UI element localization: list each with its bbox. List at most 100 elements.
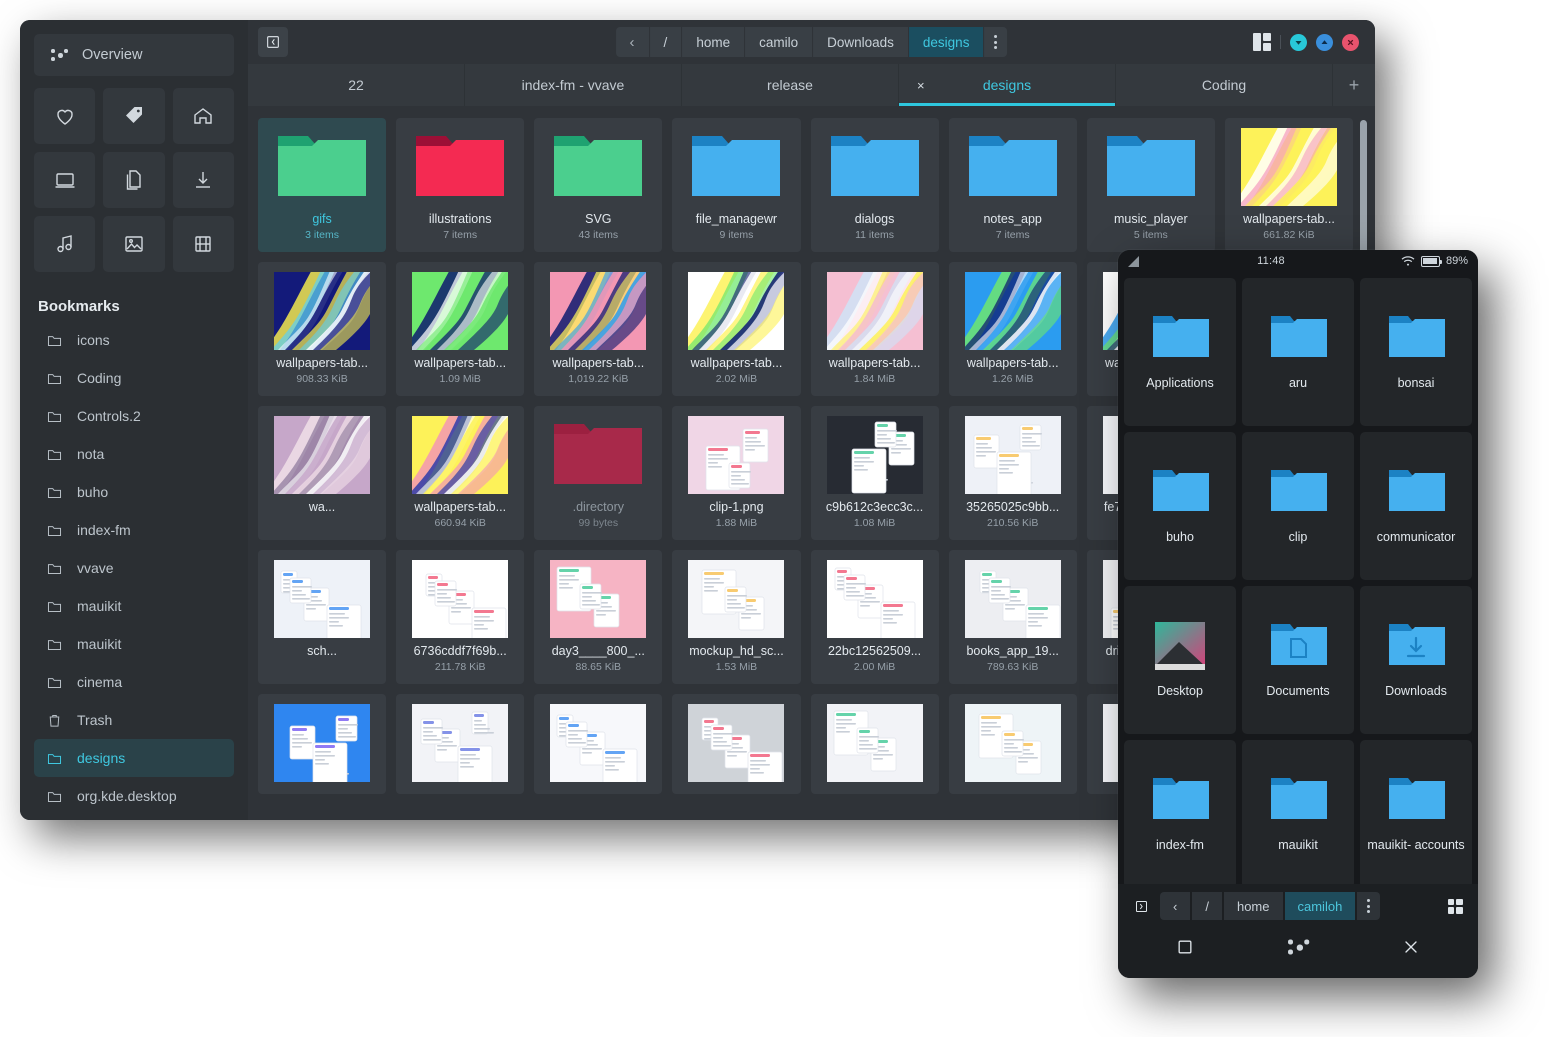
file-item[interactable]: gifs 3 items (258, 118, 386, 252)
tags-icon[interactable] (103, 88, 164, 144)
file-item[interactable]: wa... (258, 406, 386, 540)
file-item[interactable] (534, 694, 662, 794)
mobile-file-item[interactable]: clip (1242, 432, 1354, 580)
file-meta: 1.88 MiB (716, 517, 757, 529)
maximize-button[interactable] (1316, 34, 1333, 51)
file-item[interactable]: books_app_19... 789.63 KiB (949, 550, 1077, 684)
mobile-file-item[interactable]: Applications (1124, 278, 1236, 426)
bookmark-item-coding[interactable]: Coding (34, 359, 234, 397)
file-item[interactable]: wallpapers-tab... 660.94 KiB (396, 406, 524, 540)
overview-square-button[interactable] (1163, 925, 1207, 969)
bookmark-item-nota[interactable]: nota (34, 435, 234, 473)
file-item[interactable] (258, 694, 386, 794)
file-item[interactable]: 35265025c9bb... 210.56 KiB (949, 406, 1077, 540)
overview-button[interactable]: Overview (34, 34, 234, 76)
view-grid-icon[interactable] (1442, 893, 1468, 919)
file-item[interactable]: dialogs 11 items (811, 118, 939, 252)
file-item[interactable]: wallpapers-tab... 2.02 MiB (672, 262, 800, 396)
mobile-vertical-dots-icon[interactable] (1357, 892, 1380, 920)
desktop-icon[interactable] (34, 152, 95, 208)
file-item[interactable]: SVG 43 items (534, 118, 662, 252)
new-tab-button[interactable]: + (1333, 64, 1375, 106)
breadcrumb-root[interactable]: / (650, 27, 683, 57)
file-item[interactable]: music_player 5 items (1087, 118, 1215, 252)
file-item[interactable] (811, 694, 939, 794)
mobile-breadcrumb-home[interactable]: home (1224, 892, 1283, 920)
file-item[interactable]: sch... (258, 550, 386, 684)
bookmark-item-icons[interactable]: icons (34, 321, 234, 359)
file-item[interactable]: mockup_hd_sc... 1.53 MiB (672, 550, 800, 684)
bookmark-item-mauikit[interactable]: mauikit (34, 625, 234, 663)
file-item[interactable]: .directory 99 bytes (534, 406, 662, 540)
mobile-breadcrumb-root[interactable]: / (1192, 892, 1222, 920)
videos-icon[interactable] (173, 216, 234, 272)
file-item[interactable]: file_managewr 9 items (672, 118, 800, 252)
bookmark-item-cinema[interactable]: cinema (34, 663, 234, 701)
close-button[interactable] (1342, 34, 1359, 51)
file-meta: 99 bytes (578, 517, 618, 529)
bookmark-item-buho[interactable]: buho (34, 473, 234, 511)
mobile-file-item[interactable]: buho (1124, 432, 1236, 580)
tab-close-icon[interactable]: × (917, 78, 925, 93)
file-item[interactable] (949, 694, 1077, 794)
breadcrumb-back-button[interactable]: ‹ (616, 27, 650, 57)
mobile-file-item[interactable]: mauikit- accounts (1360, 740, 1472, 884)
mobile-breadcrumb-camiloh[interactable]: camiloh (1285, 892, 1356, 920)
breadcrumb-home[interactable]: home (682, 27, 745, 57)
bookmark-item-mauikit[interactable]: mauikit (34, 587, 234, 625)
sidebar-expand-icon[interactable] (1128, 893, 1154, 919)
file-thumbnail (688, 416, 784, 494)
file-item[interactable]: c9b612c3ecc3c... 1.08 MiB (811, 406, 939, 540)
kde-dots-button[interactable] (1276, 925, 1320, 969)
file-item[interactable] (672, 694, 800, 794)
file-item[interactable]: wallpapers-tab... 1.84 MiB (811, 262, 939, 396)
close-x-button[interactable] (1389, 925, 1433, 969)
mobile-breadcrumb-back-button[interactable]: ‹ (1160, 892, 1190, 920)
bookmark-item-trash[interactable]: Trash (34, 701, 234, 739)
file-item[interactable]: wallpapers-tab... 908.33 KiB (258, 262, 386, 396)
breadcrumb-Downloads[interactable]: Downloads (813, 27, 909, 57)
music-icon[interactable] (34, 216, 95, 272)
tab-22[interactable]: 22 (248, 64, 465, 106)
breadcrumb-designs[interactable]: designs (909, 27, 985, 57)
tab-designs[interactable]: ×designs (899, 64, 1116, 106)
pictures-icon[interactable] (103, 216, 164, 272)
file-item[interactable]: notes_app 7 items (949, 118, 1077, 252)
mobile-file-item[interactable]: Downloads (1360, 586, 1472, 734)
mobile-file-item[interactable]: Desktop (1124, 586, 1236, 734)
home-icon[interactable] (173, 88, 234, 144)
bookmark-item-vvave[interactable]: vvave (34, 549, 234, 587)
file-item[interactable]: 6736cddf7f69b... 211.78 KiB (396, 550, 524, 684)
mobile-file-item[interactable]: Documents (1242, 586, 1354, 734)
file-item[interactable] (396, 694, 524, 794)
documents-icon[interactable] (103, 152, 164, 208)
sidebar-collapse-icon[interactable] (258, 27, 288, 57)
file-item[interactable]: 22bc12562509... 2.00 MiB (811, 550, 939, 684)
file-item[interactable]: wallpapers-tab... 1.26 MiB (949, 262, 1077, 396)
bookmark-item-org-kde-desktop[interactable]: org.kde.desktop (34, 777, 234, 815)
mobile-file-item[interactable]: communicator (1360, 432, 1472, 580)
tab-index-fm-vvave[interactable]: index-fm - vvave (465, 64, 682, 106)
bookmark-item-index-fm[interactable]: index-fm (34, 511, 234, 549)
tab-coding[interactable]: Coding (1116, 64, 1333, 106)
file-item[interactable]: wallpapers-tab... 661.82 KiB (1225, 118, 1353, 252)
file-item[interactable]: day3____800_... 88.65 KiB (534, 550, 662, 684)
breadcrumb-camilo[interactable]: camilo (745, 27, 813, 57)
file-item[interactable]: clip-1.png 1.88 MiB (672, 406, 800, 540)
minimize-button[interactable] (1290, 34, 1307, 51)
mobile-file-item[interactable]: index-fm (1124, 740, 1236, 884)
vertical-dots-icon[interactable] (984, 27, 1007, 57)
mobile-file-item[interactable]: aru (1242, 278, 1354, 426)
downloads-icon[interactable] (173, 152, 234, 208)
bookmark-item-designs[interactable]: designs (34, 739, 234, 777)
file-meta: 908.33 KiB (296, 373, 347, 385)
mobile-file-item[interactable]: bonsai (1360, 278, 1472, 426)
mobile-file-item[interactable]: mauikit (1242, 740, 1354, 884)
file-item[interactable]: wallpapers-tab... 1.09 MiB (396, 262, 524, 396)
file-item[interactable]: wallpapers-tab... 1,019.22 KiB (534, 262, 662, 396)
favorites-heart-icon[interactable] (34, 88, 95, 144)
tab-release[interactable]: release (682, 64, 899, 106)
view-grid-icon[interactable] (1253, 33, 1271, 51)
bookmark-item-controls-2[interactable]: Controls.2 (34, 397, 234, 435)
file-item[interactable]: illustrations 7 items (396, 118, 524, 252)
